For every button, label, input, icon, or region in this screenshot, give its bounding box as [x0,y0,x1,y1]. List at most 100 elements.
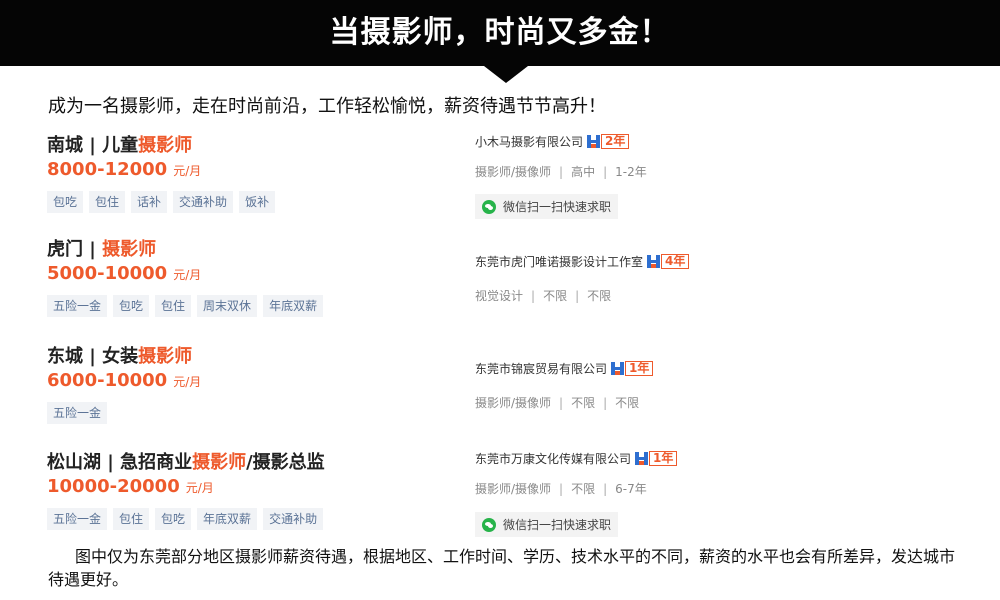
job-title[interactable]: 东城 | 女装摄影师 [47,342,192,368]
company-info[interactable]: 东莞市锦宸贸易有限公司 1年 [475,360,654,377]
company-info[interactable]: 东莞市虎门唯诺摄影设计工作室 4年 [475,253,690,270]
benefit-tag: 包吃 [113,295,150,317]
detail-separator: | [575,289,580,303]
benefit-tag: 年底双薪 [263,295,324,317]
company-info[interactable]: 东莞市万康文化传媒有限公司 1年 [475,450,678,467]
cert-years-badge: 1年 [649,451,678,466]
detail-item: 摄影师/摄像师 [475,482,552,496]
header-banner: 当摄影师，时尚又多金！ [0,0,1000,66]
benefit-tag: 交通补助 [173,191,234,213]
detail-item: 不限 [615,396,640,410]
title-separator: | [83,346,103,367]
salary-unit: 元/月 [173,375,202,389]
detail-item: 不限 [587,289,612,303]
title-keyword: 摄影师 [138,135,193,156]
benefit-tags: 五险一金 包吃 包住 周末双休 年底双薪 [47,295,324,317]
salary: 8000-12000 元/月 [47,159,201,180]
title-prefix: 女装 [102,346,139,367]
salary: 10000-20000 元/月 [47,476,214,497]
cert-years-badge: 4年 [661,254,690,269]
wechat-apply-label: 微信扫一扫快速求职 [503,200,612,214]
title-keyword: 摄影师 [192,452,247,473]
benefit-tag: 饭补 [239,191,276,213]
job-details: 摄影师/摄像师 | 不限 | 6-7年 [475,480,647,497]
benefit-tag: 包住 [113,508,150,530]
benefit-tags: 五险一金 包住 包吃 年底双薪 交通补助 [47,508,324,530]
detail-separator: | [559,482,564,496]
job-title[interactable]: 南城 | 儿童摄影师 [47,131,192,157]
benefit-tag: 话补 [131,191,168,213]
salary: 6000-10000 元/月 [47,370,201,391]
wechat-icon [482,199,496,214]
title-prefix: 急招商业 [120,452,193,473]
job-location: 东城 [47,346,83,367]
benefit-tag: 交通补助 [263,508,324,530]
detail-item: 6-7年 [615,482,647,496]
title-suffix: /摄影总监 [246,452,325,473]
intro-text: 成为一名摄影师，走在时尚前沿，工作轻松愉悦，薪资待遇节节高升！ [48,96,606,117]
wechat-apply-label: 微信扫一扫快速求职 [503,518,612,532]
benefit-tag: 五险一金 [47,295,108,317]
job-listing[interactable]: 虎门 | 摄影师 5000-10000 元/月 五险一金 包吃 包住 周末双休 年底双薪 [0,235,1000,335]
benefit-tag: 五险一金 [47,508,108,530]
salary-range: 6000-10000 [47,370,168,391]
detail-item: 不限 [571,396,596,410]
certified-years-icon [635,452,649,465]
job-details: 视觉设计 | 不限 | 不限 [475,287,611,304]
cert-years-badge: 2年 [601,134,630,149]
salary: 5000-10000 元/月 [47,263,201,284]
benefit-tag: 年底双薪 [197,508,258,530]
company-name[interactable]: 东莞市虎门唯诺摄影设计工作室 [475,253,643,270]
detail-separator: | [559,396,564,410]
benefit-tag: 包住 [155,295,192,317]
job-location: 虎门 [47,239,83,260]
title-keyword: 摄影师 [138,346,193,367]
salary-range: 5000-10000 [47,263,168,284]
banner-pointer-icon [484,66,528,83]
detail-item: 视觉设计 [475,289,524,303]
salary-unit: 元/月 [185,481,214,495]
title-separator: | [101,452,121,473]
detail-item: 高中 [571,165,596,179]
company-name[interactable]: 东莞市锦宸贸易有限公司 [475,360,607,377]
salary-unit: 元/月 [173,268,202,282]
detail-item: 摄影师/摄像师 [475,165,552,179]
wechat-icon [482,517,496,532]
cert-years-badge: 1年 [625,361,654,376]
title-separator: | [83,239,103,260]
detail-item: 不限 [571,482,596,496]
wechat-apply-button[interactable]: 微信扫一扫快速求职 [475,194,618,219]
title-keyword: 摄影师 [102,239,157,260]
salary-range: 10000-20000 [47,476,180,497]
job-title[interactable]: 虎门 | 摄影师 [47,235,156,261]
detail-item: 不限 [543,289,568,303]
job-location: 松山湖 [47,452,101,473]
detail-separator: | [603,396,608,410]
detail-item: 摄影师/摄像师 [475,396,552,410]
detail-item: 1-2年 [615,165,647,179]
company-name[interactable]: 东莞市万康文化传媒有限公司 [475,450,631,467]
job-details: 摄影师/摄像师 | 高中 | 1-2年 [475,163,647,180]
company-info[interactable]: 小木马摄影有限公司 2年 [475,133,630,150]
salary-range: 8000-12000 [47,159,168,180]
wechat-apply-button[interactable]: 微信扫一扫快速求职 [475,512,618,537]
certified-years-icon [587,135,601,148]
detail-separator: | [559,165,564,179]
title-separator: | [83,135,103,156]
job-title[interactable]: 松山湖 | 急招商业摄影师/摄影总监 [47,448,325,474]
benefit-tag: 包吃 [47,191,84,213]
benefit-tag: 五险一金 [47,402,108,424]
certified-years-icon [611,362,625,375]
salary-unit: 元/月 [173,164,202,178]
benefit-tags: 五险一金 [47,402,108,424]
job-listing[interactable]: 东城 | 女装摄影师 6000-10000 元/月 五险一金 [0,342,1000,442]
detail-separator: | [531,289,536,303]
job-location: 南城 [47,135,83,156]
footer-note: 图中仅为东莞部分地区摄影师薪资待遇，根据地区、工作时间、学历、技术水平的不同，薪… [48,547,956,589]
detail-separator: | [603,165,608,179]
page-title: 当摄影师，时尚又多金！ [329,15,671,50]
certified-years-icon [647,255,661,268]
benefit-tag: 周末双休 [197,295,258,317]
detail-separator: | [603,482,608,496]
company-name[interactable]: 小木马摄影有限公司 [475,133,583,150]
